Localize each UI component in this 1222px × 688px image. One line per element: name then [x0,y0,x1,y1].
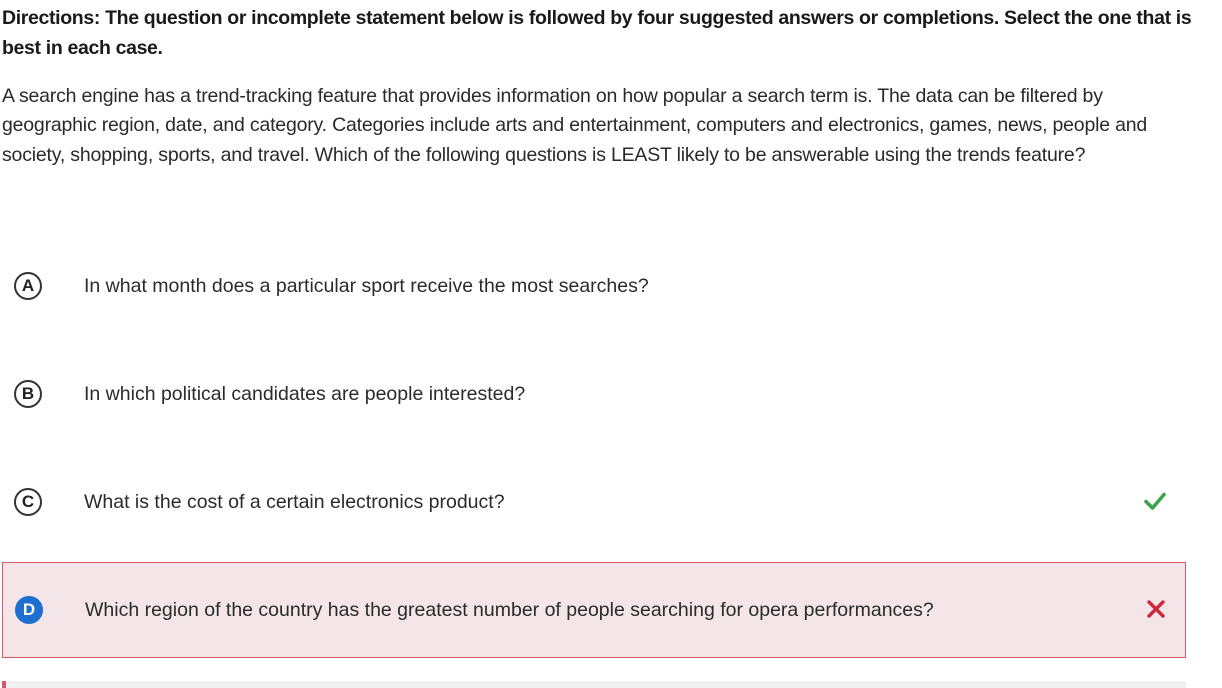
choice-letter-d: D [15,596,43,624]
choice-letter-c: C [14,488,42,516]
choice-a[interactable]: A In what month does a particular sport … [2,238,1186,334]
directions-text: Directions: The question or incomplete s… [2,7,1192,59]
choice-letter-b: B [14,380,42,408]
next-section-strip [2,681,1186,688]
choice-letter-a: A [14,272,42,300]
choice-text-a: In what month does a particular sport re… [84,275,649,297]
choice-text-c: What is the cost of a certain electronic… [84,491,505,513]
question-page: Directions: The question or incomplete s… [0,0,1222,688]
choice-c[interactable]: C What is the cost of a certain electron… [2,454,1186,550]
strip-accent [2,681,6,688]
choice-d-selected[interactable]: D Which region of the country has the gr… [2,562,1186,658]
choice-text-d: Which region of the country has the grea… [85,599,934,621]
check-icon [1144,492,1166,510]
question-stem: A search engine has a trend-tracking fea… [2,85,1148,166]
choice-b[interactable]: B In which political candidates are peop… [2,346,1186,442]
x-icon [1147,600,1165,618]
choice-text-b: In which political candidates are people… [84,383,526,405]
